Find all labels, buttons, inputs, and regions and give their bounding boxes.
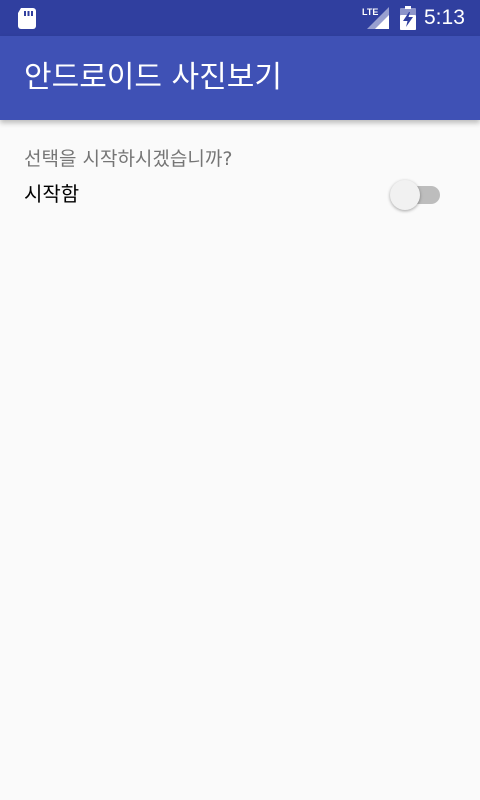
start-switch-row[interactable]: 시작함 — [0, 176, 480, 212]
switch-thumb[interactable] — [390, 180, 420, 210]
start-switch-label: 시작함 — [24, 182, 80, 206]
app-bar: 안드로이드 사진보기 — [0, 36, 480, 120]
status-bar-time: 5:13 — [424, 6, 465, 29]
start-question-label: 선택을 시작하시겠습니까? — [24, 148, 233, 170]
app-title: 안드로이드 사진보기 — [24, 60, 282, 95]
start-switch[interactable] — [388, 178, 442, 210]
sd-card-icon — [18, 8, 36, 29]
battery-icon — [400, 6, 416, 30]
lte-label: LTE — [362, 7, 378, 17]
lte-signal-icon: LTE — [362, 7, 389, 29]
status-bar: LTE 5:13 — [0, 0, 480, 36]
